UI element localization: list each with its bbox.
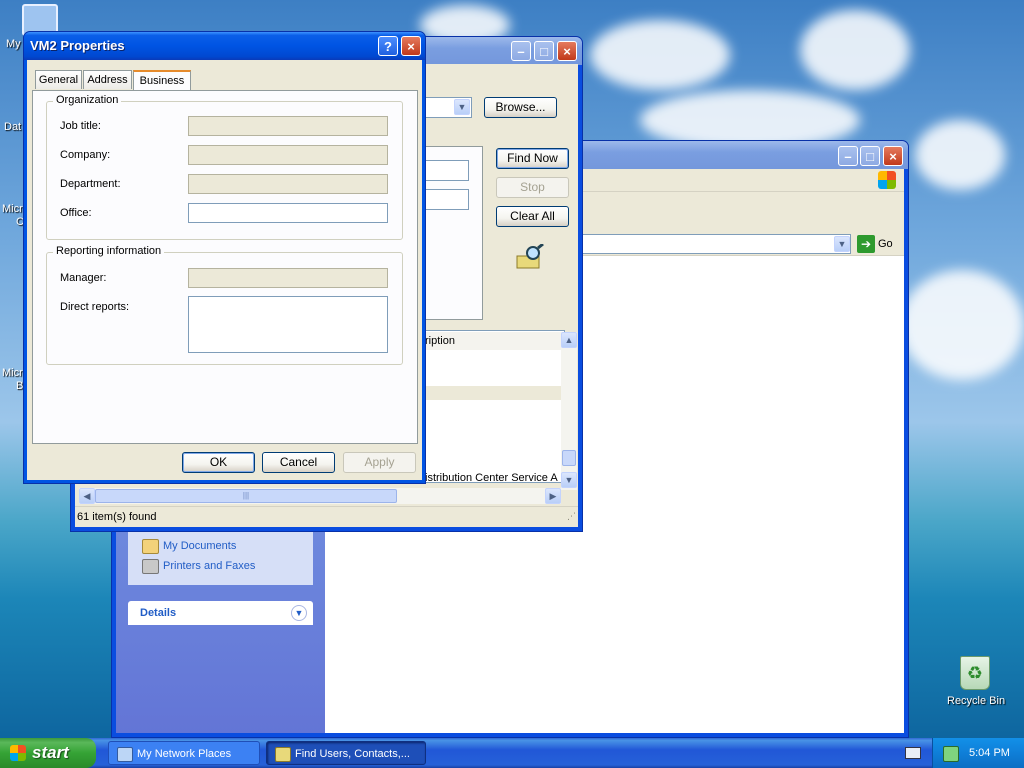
task-label: Find Users, Contacts,... [295, 748, 410, 760]
other-places-panel [128, 529, 313, 585]
desktop-icon-label: Micr [2, 367, 23, 379]
manager-field[interactable] [188, 268, 388, 288]
task-find-users[interactable]: Find Users, Contacts,... [266, 741, 426, 765]
apply-button[interactable]: Apply [343, 452, 416, 473]
clear-all-button[interactable]: Clear All [496, 206, 569, 227]
description-field[interactable] [420, 189, 469, 210]
task-my-network-places[interactable]: My Network Places [108, 741, 260, 765]
office-label: Office: [60, 207, 92, 219]
address-dropdown-button[interactable]: ▼ [834, 236, 850, 252]
browse-button[interactable]: Browse... [484, 97, 557, 118]
scroll-left-button[interactable]: ◀ [79, 488, 95, 504]
details-panel-header[interactable]: Details ▼ [128, 601, 313, 625]
company-label: Company: [60, 149, 111, 161]
help-button[interactable]: ? [378, 36, 398, 56]
direct-reports-label: Direct reports: [60, 301, 130, 313]
organization-legend: Organization [53, 94, 122, 106]
close-button[interactable]: × [401, 36, 421, 56]
find-now-button[interactable]: Find Now [496, 148, 569, 169]
result-row-selected[interactable] [421, 350, 561, 384]
chevron-down-icon[interactable]: ▼ [291, 605, 307, 621]
desktop-icon-label: Dat [4, 121, 22, 133]
my-documents-icon [142, 539, 159, 554]
tab-general[interactable]: General [35, 70, 82, 89]
recycle-bin-icon[interactable]: ♻ [960, 656, 990, 690]
department-label: Department: [60, 178, 121, 190]
sidebar-link-printers-and-faxes[interactable]: Printers and Faxes [163, 560, 255, 572]
search-magnifier-icon [515, 242, 545, 272]
job-title-field[interactable] [188, 116, 388, 136]
scroll-down-button[interactable]: ▼ [561, 472, 577, 488]
direct-reports-list[interactable] [188, 296, 388, 353]
properties-client: General Address Business Organization Jo… [27, 60, 422, 480]
close-button[interactable]: × [557, 41, 577, 61]
clock[interactable]: 5:04 PM [969, 747, 1010, 759]
find-icon [275, 747, 291, 762]
department-field[interactable] [188, 174, 388, 194]
stop-button[interactable]: Stop [496, 177, 569, 198]
scroll-up-button[interactable]: ▲ [561, 332, 577, 348]
cancel-button[interactable]: Cancel [262, 452, 335, 473]
vertical-scroll-thumb[interactable] [562, 450, 576, 466]
start-label: start [32, 743, 69, 762]
go-button[interactable]: Go [878, 238, 893, 250]
tab-business[interactable]: Business [133, 70, 191, 92]
recycle-bin-label: Recycle Bin [947, 695, 1006, 707]
name-field[interactable] [420, 160, 469, 181]
maximize-button[interactable]: □ [534, 41, 554, 61]
in-dropdown-button[interactable]: ▼ [454, 99, 470, 115]
desktop-icon-label: My [6, 38, 21, 50]
job-title-label: Job title: [60, 120, 101, 132]
desktop-icon-label: Micr [2, 203, 23, 215]
status-bar: 61 item(s) found ⋰ [75, 506, 578, 528]
vertical-scrollbar[interactable] [561, 332, 577, 490]
scroll-right-button[interactable]: ▶ [545, 488, 561, 504]
windows-logo-icon [878, 171, 896, 189]
results-column-header[interactable]: ription [421, 332, 563, 351]
cloud [915, 120, 1005, 190]
start-button[interactable]: start [0, 738, 96, 768]
tab-address[interactable]: Address [83, 70, 132, 89]
manager-label: Manager: [60, 272, 107, 284]
go-arrow-icon[interactable]: ➔ [857, 235, 875, 253]
ok-button[interactable]: OK [182, 452, 255, 473]
maximize-button[interactable]: □ [860, 146, 880, 166]
network-tray-icon[interactable] [943, 746, 959, 762]
details-label: Details [140, 607, 177, 619]
dialog-title: VM2 Properties [30, 38, 125, 53]
office-field[interactable] [188, 203, 388, 223]
cloud [900, 270, 1024, 380]
task-label: My Network Places [137, 748, 232, 760]
result-row-separator [421, 386, 561, 400]
properties-dialog[interactable]: VM2 Properties ? × General Address Busin… [23, 31, 426, 484]
result-row-text[interactable]: istribution Center Service A [425, 472, 558, 484]
minimize-button[interactable]: – [838, 146, 858, 166]
close-button[interactable]: × [883, 146, 903, 166]
cloud [800, 10, 910, 90]
resize-grip-icon[interactable]: ⋰ [567, 506, 576, 527]
system-tray: 5:04 PM [932, 738, 1024, 768]
printer-icon [142, 559, 159, 574]
windows-flag-icon [10, 745, 26, 761]
horizontal-scroll-thumb[interactable]: ||| [95, 489, 397, 503]
minimize-button[interactable]: – [511, 41, 531, 61]
network-places-icon [117, 747, 133, 762]
description-column-label: ription [425, 335, 455, 347]
status-text: 61 item(s) found [77, 511, 157, 523]
properties-title-bar[interactable]: VM2 Properties [24, 32, 425, 60]
tab-strip: General Address Business [35, 70, 425, 92]
sidebar-link-my-documents[interactable]: My Documents [163, 540, 236, 552]
taskbar: start My Network Places Find Users, Cont… [0, 738, 1024, 768]
reporting-legend: Reporting information [53, 245, 165, 257]
cloud [590, 20, 730, 90]
keyboard-icon[interactable] [905, 747, 921, 759]
company-field[interactable] [188, 145, 388, 165]
